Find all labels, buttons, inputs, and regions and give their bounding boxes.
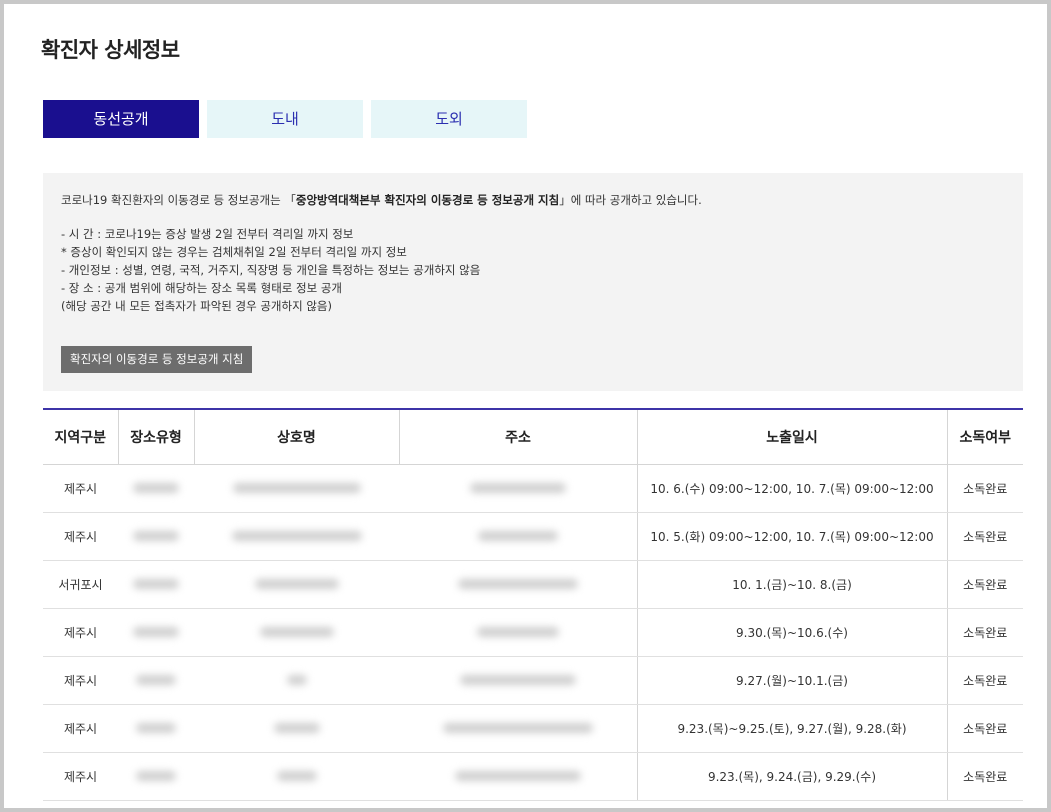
disinfection-cell: 소독완료 <box>946 656 1023 705</box>
region-cell: 제주시 <box>43 608 118 657</box>
table-row: 제주시 9.23.(목)~9.25.(토), 9.27.(월), 9.28.(화… <box>43 704 1023 753</box>
region-cell: 제주시 <box>43 656 118 705</box>
exposure-cell: 10. 1.(금)~10. 8.(금) <box>636 560 947 609</box>
place-type-cell-redacted <box>118 464 194 513</box>
info-line-no-symptom: * 증상이 확인되지 않는 경우는 검체채취일 2일 전부터 격리일 까지 정보 <box>61 245 407 259</box>
page-title: 확진자 상세정보 <box>41 38 180 62</box>
header-place-type: 장소유형 <box>117 409 194 465</box>
disinfection-cell: 소독완료 <box>946 608 1023 657</box>
business-name-cell-redacted <box>194 512 399 561</box>
exposure-cell: 9.30.(목)~10.6.(수) <box>636 608 947 657</box>
tab-out-of-province[interactable]: 도외 <box>371 100 527 138</box>
table-row: 제주시 9.23.(목), 9.24.(금), 9.29.(수) 소독완료 <box>43 752 1023 801</box>
place-type-cell-redacted <box>118 752 194 801</box>
detail-panel: 확진자 상세정보 동선공개 도내 도외 코로나19 확진환자의 이동경로 등 정… <box>0 0 1051 812</box>
exposure-table: 지역구분 장소유형 상호명 주소 노출일시 소독여부 제주시 10. 6.(수)… <box>43 408 1023 801</box>
place-type-cell-redacted <box>118 608 194 657</box>
address-cell-redacted <box>399 608 637 657</box>
tab-route-disclosure[interactable]: 동선공개 <box>43 100 199 138</box>
address-cell-redacted <box>399 752 637 801</box>
business-name-cell-redacted <box>194 752 399 801</box>
business-name-cell-redacted <box>194 560 399 609</box>
region-cell: 제주시 <box>43 704 118 753</box>
region-cell: 제주시 <box>43 512 118 561</box>
address-cell-redacted <box>399 560 637 609</box>
disinfection-cell: 소독완료 <box>946 512 1023 561</box>
exposure-cell: 9.23.(목)~9.25.(토), 9.27.(월), 9.28.(화) <box>636 704 947 753</box>
place-type-cell-redacted <box>118 704 194 753</box>
business-name-cell-redacted <box>194 464 399 513</box>
exposure-cell: 10. 5.(화) 09:00~12:00, 10. 7.(목) 09:00~1… <box>636 512 947 561</box>
info-box: 코로나19 확진환자의 이동경로 등 정보공개는 「중앙방역대책본부 확진자의 … <box>43 173 1023 391</box>
header-address: 주소 <box>398 409 637 465</box>
header-business-name: 상호명 <box>193 409 399 465</box>
address-cell-redacted <box>399 656 637 705</box>
place-type-cell-redacted <box>118 560 194 609</box>
place-type-cell-redacted <box>118 656 194 705</box>
tab-in-province[interactable]: 도내 <box>207 100 363 138</box>
disinfection-cell: 소독완료 <box>946 560 1023 609</box>
guideline-button[interactable]: 확진자의 이동경로 등 정보공개 지침 <box>61 346 253 373</box>
region-cell: 제주시 <box>43 752 118 801</box>
business-name-cell-redacted <box>194 656 399 705</box>
table-row: 제주시 9.30.(목)~10.6.(수) 소독완료 <box>43 608 1023 657</box>
header-disinfection: 소독여부 <box>946 409 1023 465</box>
table-row: 제주시 10. 5.(화) 09:00~12:00, 10. 7.(목) 09:… <box>43 512 1023 561</box>
table-row: 제주시 10. 6.(수) 09:00~12:00, 10. 7.(목) 09:… <box>43 464 1023 513</box>
table-row: 제주시 9.27.(월)~10.1.(금) 소독완료 <box>43 656 1023 705</box>
info-intro: 코로나19 확진환자의 이동경로 등 정보공개는 「중앙방역대책본부 확진자의 … <box>61 191 1005 209</box>
region-cell: 제주시 <box>43 464 118 513</box>
info-line-time: - 시 간 : 코로나19는 증상 발생 2일 전부터 격리일 까지 정보 <box>61 227 354 241</box>
intro-suffix: 」에 따라 공개하고 있습니다. <box>559 193 702 207</box>
intro-guideline-name: 중앙방역대책본부 확진자의 이동경로 등 정보공개 지침 <box>295 193 560 207</box>
exposure-cell: 9.23.(목), 9.24.(금), 9.29.(수) <box>636 752 947 801</box>
table-row: 서귀포시 10. 1.(금)~10. 8.(금) 소독완료 <box>43 560 1023 609</box>
table-header-row: 지역구분 장소유형 상호명 주소 노출일시 소독여부 <box>43 409 1023 465</box>
info-line-personal: - 개인정보 : 성별, 연령, 국적, 거주지, 직장명 등 개인을 특정하는… <box>61 263 481 277</box>
info-line-place: - 장 소 : 공개 범위에 해당하는 장소 목록 형태로 정보 공개 <box>61 281 342 295</box>
info-line-exception: (해당 공간 내 모든 접촉자가 파악된 경우 공개하지 않음) <box>61 299 332 313</box>
business-name-cell-redacted <box>194 704 399 753</box>
address-cell-redacted <box>399 464 637 513</box>
disinfection-cell: 소독완료 <box>946 704 1023 753</box>
place-type-cell-redacted <box>118 512 194 561</box>
business-name-cell-redacted <box>194 608 399 657</box>
exposure-cell: 9.27.(월)~10.1.(금) <box>636 656 947 705</box>
disinfection-cell: 소독완료 <box>946 752 1023 801</box>
address-cell-redacted <box>399 512 637 561</box>
header-exposure-time: 노출일시 <box>636 409 947 465</box>
address-cell-redacted <box>399 704 637 753</box>
disinfection-cell: 소독완료 <box>946 464 1023 513</box>
region-cell: 서귀포시 <box>43 560 118 609</box>
exposure-cell: 10. 6.(수) 09:00~12:00, 10. 7.(목) 09:00~1… <box>636 464 947 513</box>
header-region: 지역구분 <box>43 409 118 465</box>
intro-prefix: 코로나19 확진환자의 이동경로 등 정보공개는 「 <box>61 193 296 207</box>
